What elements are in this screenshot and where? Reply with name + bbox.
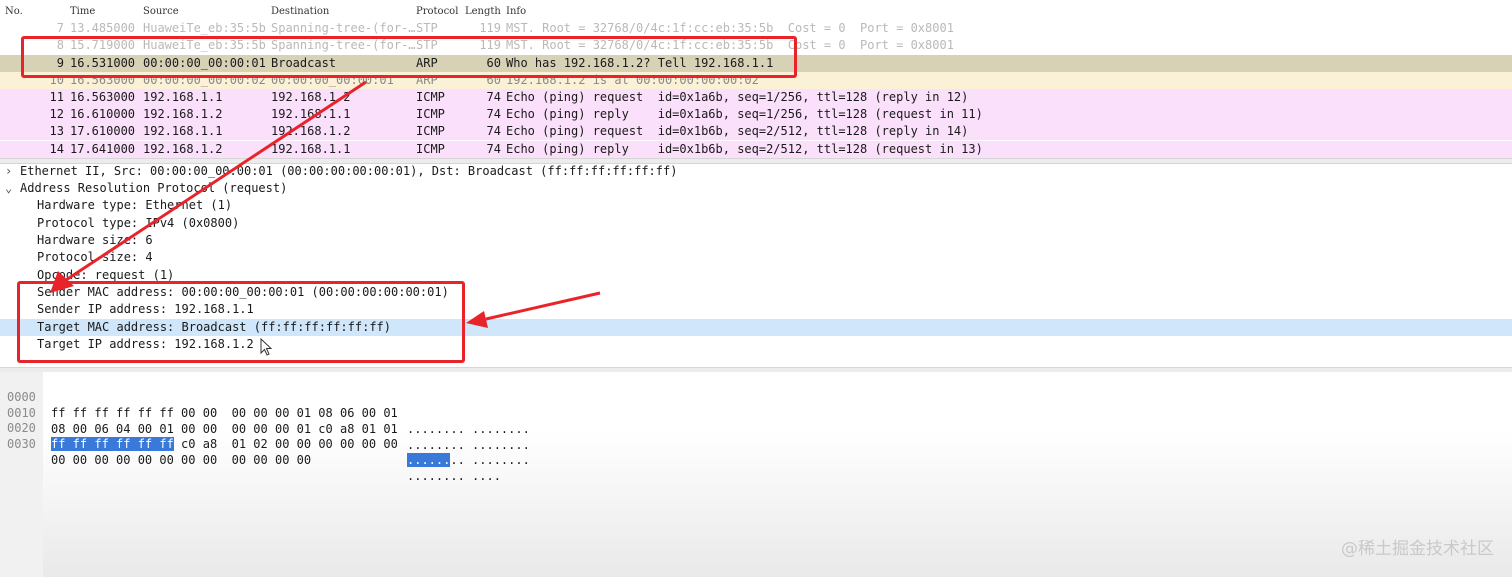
annotation-arrow-icon (466, 291, 601, 328)
annotation-arrows (50, 80, 601, 328)
watermark: @稀土掘金技术社区 (1341, 539, 1494, 559)
annotation-arrow-icon (50, 80, 367, 293)
mouse-cursor-icon (260, 338, 273, 356)
